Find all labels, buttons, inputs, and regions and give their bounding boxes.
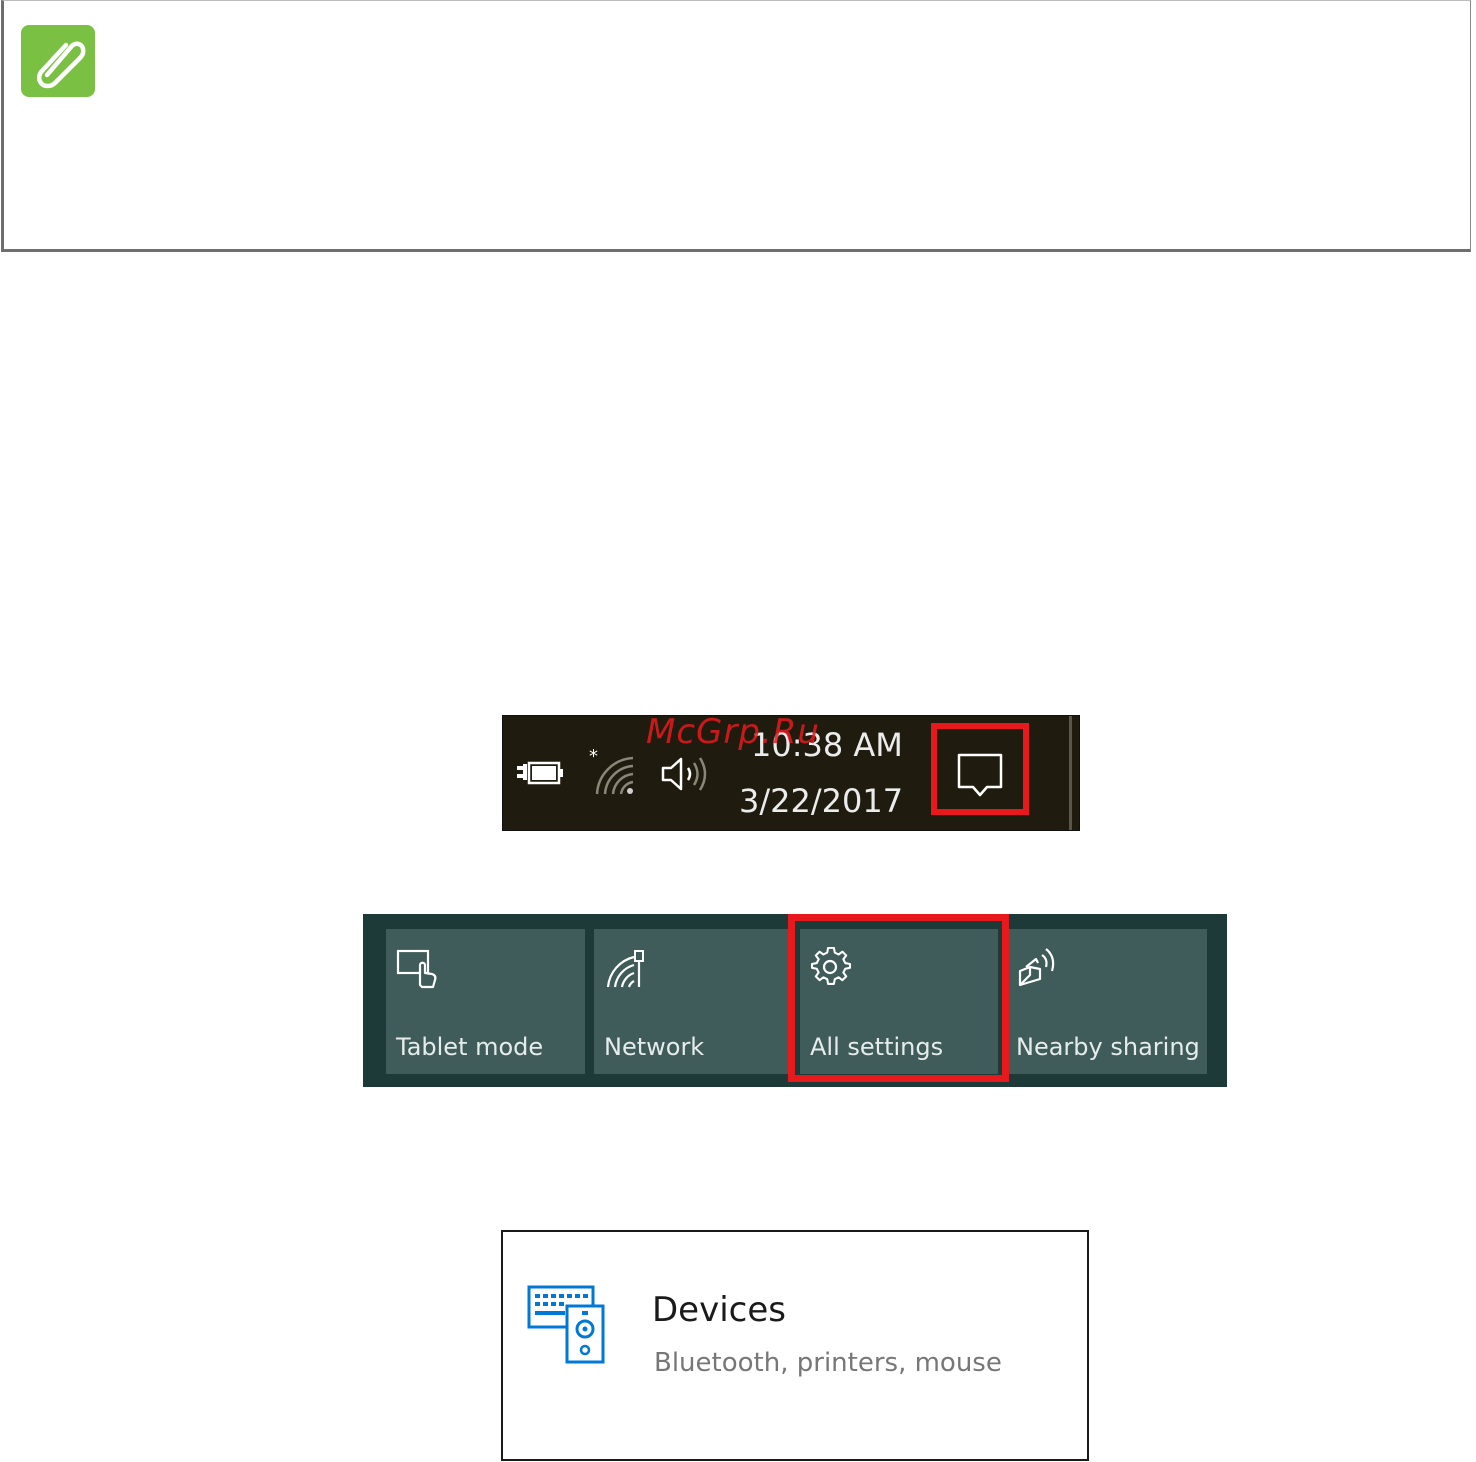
wifi-icon[interactable]: * — [587, 746, 637, 803]
card-subtitle: Bluetooth, printers, mouse — [654, 1348, 1002, 1378]
tile-network[interactable]: Network — [594, 929, 792, 1074]
quick-actions-panel: Tablet mode Network All settings Nearby … — [363, 914, 1227, 1087]
note-box — [1, 0, 1471, 252]
volume-icon[interactable] — [659, 754, 711, 799]
svg-text:*: * — [589, 746, 598, 767]
nearby-sharing-icon — [1016, 947, 1062, 994]
tablet-mode-icon — [396, 947, 442, 994]
tile-nearby-sharing[interactable]: Nearby sharing — [1006, 929, 1207, 1074]
tile-label: Nearby sharing — [1016, 1033, 1200, 1061]
action-center-button[interactable] — [931, 723, 1029, 815]
battery-charging-icon[interactable] — [515, 758, 565, 793]
tile-label: All settings — [810, 1033, 944, 1061]
card-title: Devices — [652, 1290, 786, 1330]
gear-icon — [810, 946, 856, 994]
settings-devices-card[interactable]: Devices Bluetooth, printers, mouse — [501, 1230, 1089, 1461]
tile-tablet-mode[interactable]: Tablet mode — [386, 929, 585, 1074]
action-center-icon — [957, 753, 1003, 797]
tile-label: Tablet mode — [396, 1033, 544, 1061]
network-icon — [604, 947, 650, 994]
paperclip-icon — [21, 25, 95, 97]
taskbar-edge — [1069, 716, 1072, 830]
tile-all-settings[interactable]: All settings — [800, 929, 998, 1074]
devices-icon — [527, 1284, 607, 1369]
clock-date[interactable]: 3/22/2017 — [739, 782, 903, 820]
tile-label: Network — [604, 1033, 705, 1061]
watermark: McGrp.Ru — [646, 712, 820, 752]
